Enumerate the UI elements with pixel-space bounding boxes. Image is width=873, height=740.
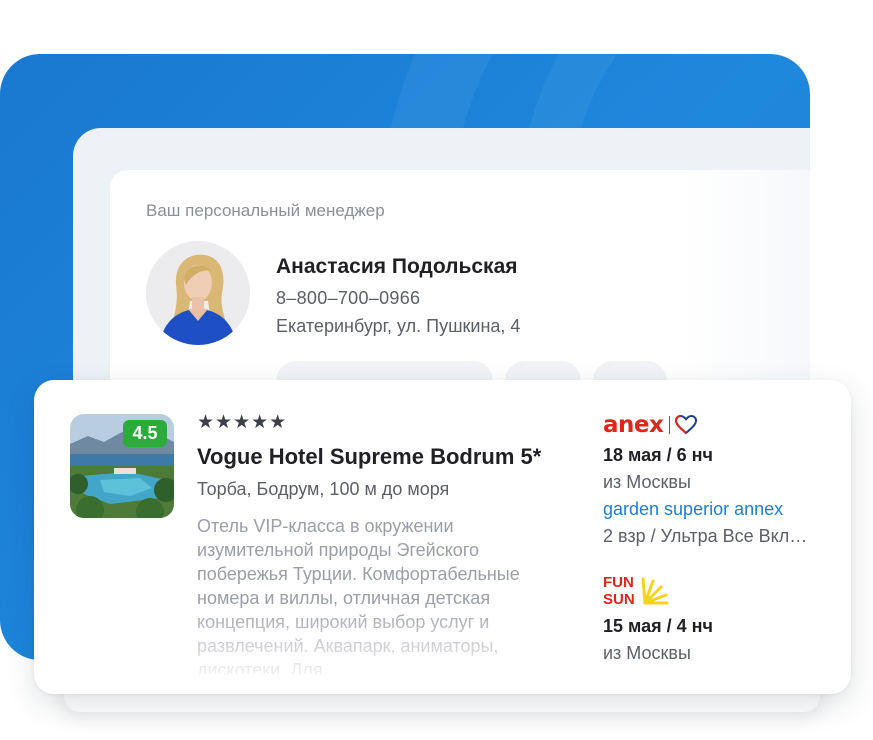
rating-badge: 4.5 [123,420,167,447]
offer-departure: из Москвы [603,643,691,663]
offer-dates: 18 мая / 6 нч [603,445,713,465]
offer-guests-board: 2 взр / Ультра Все Включено [603,526,813,546]
logo-divider [669,416,671,434]
manager-phone[interactable]: 8–800–700–0966 [276,288,420,309]
anex-logo: anex [603,412,698,438]
manager-photo [146,241,250,345]
manager-name: Анастасия Подольская [276,255,518,278]
anex-wordmark: anex [603,412,664,438]
funsun-logo: FUN SUN [603,574,669,607]
hotel-description: Отель VIP-класса в окружении изумительно… [197,516,520,674]
manager-avatar [146,241,250,345]
funsun-line1: FUN [603,574,634,591]
offer-departure: из Москвы [603,472,691,492]
hotel-location: Торба, Бодрум, 100 м до моря [197,479,450,499]
offer-dates: 15 мая / 4 нч [603,616,713,636]
heart-icon [675,415,698,435]
manager-caption: Ваш персональный менеджер [146,201,385,220]
hotel-name[interactable]: Vogue Hotel Supreme Bodrum 5* [197,444,541,470]
offer-room-link[interactable]: garden superior annex [603,499,783,520]
sun-icon [641,577,669,605]
star-rating: ★★★★★ [197,412,288,433]
funsun-line2: SUN [603,591,635,607]
manager-address: Екатеринбург, ул. Пушкина, 4 [276,316,521,336]
